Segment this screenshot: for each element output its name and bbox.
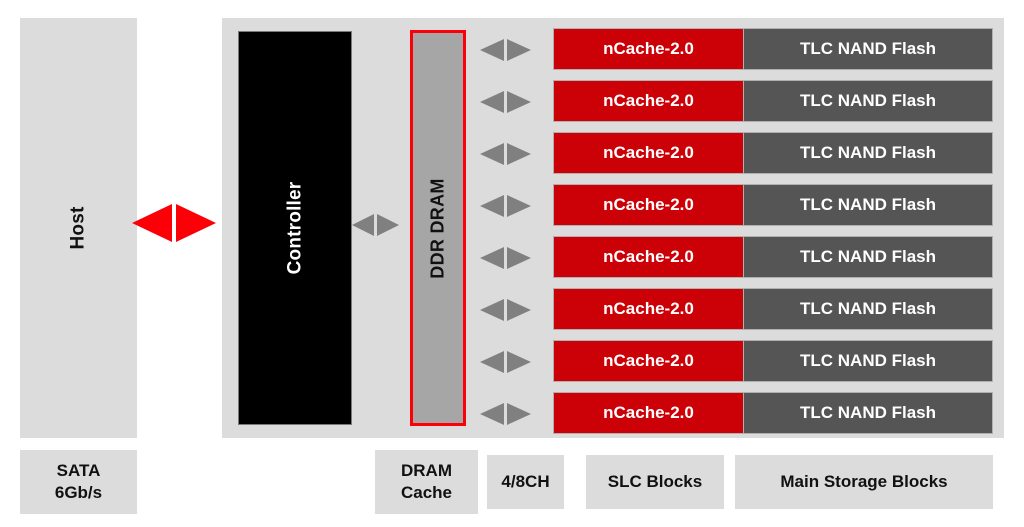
tlc-nand-flash-block: TLC NAND Flash	[744, 28, 993, 70]
arrow-left-head-icon	[480, 91, 504, 113]
ncache-block: nCache-2.0	[553, 28, 744, 70]
arrow-left-head-icon	[480, 299, 504, 321]
legend-sata-line2: 6Gb/s	[54, 483, 103, 502]
legend-channels: 4/8CH	[487, 455, 564, 509]
memory-row: nCache-2.0 TLC NAND Flash	[553, 132, 993, 174]
channel-arrow-icon-1	[480, 39, 531, 61]
memory-row: nCache-2.0 TLC NAND Flash	[553, 28, 993, 70]
controller-block: Controller	[238, 31, 352, 425]
ncache-block: nCache-2.0	[553, 340, 744, 382]
ncache-block: nCache-2.0	[553, 132, 744, 174]
arrow-right-head-icon	[507, 299, 531, 321]
channel-arrow-icon-3	[480, 143, 531, 165]
arrow-right-head-icon	[507, 91, 531, 113]
tlc-nand-flash-block: TLC NAND Flash	[744, 236, 993, 278]
ncache-block: nCache-2.0	[553, 236, 744, 278]
legend-sata: SATA 6Gb/s	[20, 450, 137, 514]
arrow-left-head-icon	[480, 39, 504, 61]
arrow-left-head-icon	[480, 403, 504, 425]
memory-row: nCache-2.0 TLC NAND Flash	[553, 236, 993, 278]
ncache-block: nCache-2.0	[553, 80, 744, 122]
arrow-right-head-icon	[507, 351, 531, 373]
tlc-nand-flash-block: TLC NAND Flash	[744, 288, 993, 330]
ncache-block: nCache-2.0	[553, 184, 744, 226]
legend-dram-cache: DRAM Cache	[375, 450, 478, 514]
memory-row: nCache-2.0 TLC NAND Flash	[553, 392, 993, 434]
channel-arrow-icon-4	[480, 195, 531, 217]
host-label: Host	[67, 206, 89, 250]
arrow-right-head-icon	[507, 247, 531, 269]
memory-row: nCache-2.0 TLC NAND Flash	[553, 80, 993, 122]
channel-arrow-icon-7	[480, 351, 531, 373]
legend-sata-line1: SATA	[56, 461, 101, 481]
arrow-left-head-icon	[480, 143, 504, 165]
dram-interface-arrow-icon	[352, 214, 399, 236]
channel-arrow-icon-8	[480, 403, 531, 425]
arrow-left-head-icon	[480, 247, 504, 269]
controller-label: Controller	[284, 181, 305, 275]
memory-row: nCache-2.0 TLC NAND Flash	[553, 340, 993, 382]
ddr-dram-block: DDR DRAM	[410, 30, 466, 426]
tlc-nand-flash-block: TLC NAND Flash	[744, 184, 993, 226]
arrow-right-head-icon	[507, 39, 531, 61]
tlc-nand-flash-block: TLC NAND Flash	[744, 80, 993, 122]
legend-slc-blocks: SLC Blocks	[586, 455, 724, 509]
memory-row: nCache-2.0 TLC NAND Flash	[553, 184, 993, 226]
legend-main-storage-blocks: Main Storage Blocks	[735, 455, 993, 509]
tlc-nand-flash-block: TLC NAND Flash	[744, 132, 993, 174]
memory-row: nCache-2.0 TLC NAND Flash	[553, 288, 993, 330]
arrow-left-head-icon	[132, 204, 172, 242]
arrow-left-head-icon	[480, 195, 504, 217]
tlc-nand-flash-block: TLC NAND Flash	[744, 340, 993, 382]
ssd-container: Controller DDR DRAM nCache-2.0 TLC NAND …	[222, 18, 1004, 438]
legend-dram-cache-line2: Cache	[400, 483, 453, 502]
ncache-block: nCache-2.0	[553, 288, 744, 330]
legend-main-storage-label: Main Storage Blocks	[780, 472, 948, 492]
arrow-left-head-icon	[480, 351, 504, 373]
arrow-left-head-icon	[352, 214, 374, 236]
channel-arrow-icon-6	[480, 299, 531, 321]
legend-channels-label: 4/8CH	[501, 472, 550, 492]
arrow-right-head-icon	[176, 204, 216, 242]
channel-arrow-icon-5	[480, 247, 531, 269]
channel-arrow-icon-2	[480, 91, 531, 113]
host-block: Host	[20, 18, 137, 438]
arrow-right-head-icon	[507, 143, 531, 165]
arrow-right-head-icon	[507, 195, 531, 217]
legend-dram-cache-line1: DRAM	[401, 461, 452, 481]
ssd-architecture-diagram: Host Controller DDR DRAM nCache-2.0 TLC …	[0, 0, 1024, 527]
host-interface-arrow-icon	[132, 204, 216, 242]
ddr-dram-label: DDR DRAM	[427, 177, 448, 279]
ncache-block: nCache-2.0	[553, 392, 744, 434]
tlc-nand-flash-block: TLC NAND Flash	[744, 392, 993, 434]
arrow-right-head-icon	[377, 214, 399, 236]
legend-slc-blocks-label: SLC Blocks	[607, 472, 703, 492]
arrow-right-head-icon	[507, 403, 531, 425]
